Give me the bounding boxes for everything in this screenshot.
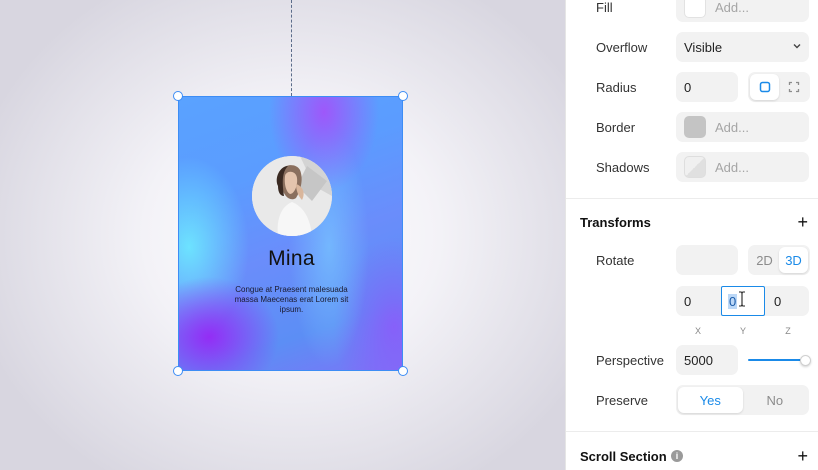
overflow-label: Overflow [596, 40, 648, 55]
inspector-panel: Fill Add... Overflow Visible Radius 0 Bo… [565, 0, 818, 470]
x-axis-label: X [694, 326, 701, 336]
card-bio: Congue at Praesent malesuada massa Maece… [234, 285, 349, 314]
preserve-label: Preserve [596, 393, 649, 408]
radius-individual-button[interactable] [779, 74, 808, 100]
border-swatch[interactable] [684, 116, 706, 138]
profile-card-frame[interactable]: Mina Congue at Praesent malesuada massa … [178, 96, 403, 371]
shadows-swatch[interactable] [684, 156, 706, 178]
radius-uniform-button[interactable] [750, 74, 779, 100]
radius-label: Radius [596, 80, 637, 95]
shadows-field[interactable]: Add... [676, 152, 809, 182]
rotate-x-input[interactable]: 0 [684, 294, 691, 309]
scroll-section-title: Scroll Section [580, 449, 667, 464]
shadows-label: Shadows [596, 160, 650, 175]
preserve-toggle: Yes No [676, 385, 809, 415]
design-canvas[interactable]: Mina Congue at Praesent malesuada massa … [0, 0, 565, 470]
avatar[interactable] [252, 156, 332, 236]
xyz-input-group: 0 0 0 [676, 286, 809, 316]
radius-input[interactable]: 0 [676, 72, 738, 102]
rotate-mode-toggle: 2D 3D [748, 245, 810, 275]
alignment-guide [291, 0, 292, 96]
rotate-y-input[interactable]: 0 [721, 286, 765, 316]
info-icon[interactable]: i [671, 450, 683, 462]
chevron-down-icon [793, 44, 801, 49]
overflow-select[interactable]: Visible [676, 32, 809, 62]
perspective-input[interactable]: 5000 [676, 345, 738, 375]
perspective-label: Perspective [596, 353, 664, 368]
rotate-z-input[interactable]: 0 [774, 294, 781, 309]
radius-mode-toggle [748, 72, 810, 102]
fill-swatch[interactable] [684, 0, 706, 18]
resize-handle-top-left[interactable] [173, 91, 183, 101]
add-scroll-section-button[interactable]: + [797, 447, 808, 465]
card-name: Mina [268, 247, 315, 270]
rotate-y-value: 0 [728, 294, 738, 309]
fill-placeholder: Add... [715, 0, 749, 15]
uniform-radius-icon [759, 81, 770, 93]
transforms-title: Transforms [580, 215, 651, 230]
resize-handle-top-right[interactable] [398, 91, 408, 101]
fill-label: Fill [596, 0, 613, 15]
z-axis-label: Z [785, 326, 791, 336]
rotate-3d-button[interactable]: 3D [779, 247, 808, 273]
preserve-no-button[interactable]: No [743, 387, 808, 413]
fill-field[interactable]: Add... [676, 0, 809, 22]
y-axis-label: Y [739, 326, 746, 336]
individual-corners-icon [788, 81, 799, 93]
section-divider [566, 431, 818, 432]
radius-value: 0 [684, 79, 692, 95]
text-cursor-icon [739, 291, 745, 307]
rotate-input[interactable] [676, 245, 738, 275]
shadows-placeholder: Add... [715, 159, 749, 175]
rotate-label: Rotate [596, 253, 635, 268]
perspective-value: 5000 [684, 352, 713, 368]
border-placeholder: Add... [715, 119, 749, 135]
resize-handle-bottom-right[interactable] [398, 366, 408, 376]
border-label: Border [596, 120, 636, 135]
perspective-slider-thumb[interactable] [800, 355, 811, 366]
resize-handle-bottom-left[interactable] [173, 366, 183, 376]
rotate-2d-button[interactable]: 2D [750, 247, 779, 273]
add-transform-button[interactable]: + [797, 213, 808, 231]
perspective-slider-track[interactable] [748, 359, 805, 361]
border-field[interactable]: Add... [676, 112, 809, 142]
preserve-yes-button[interactable]: Yes [678, 387, 743, 413]
overflow-value: Visible [684, 39, 723, 55]
section-divider [566, 198, 818, 199]
avatar-photo [252, 156, 332, 236]
